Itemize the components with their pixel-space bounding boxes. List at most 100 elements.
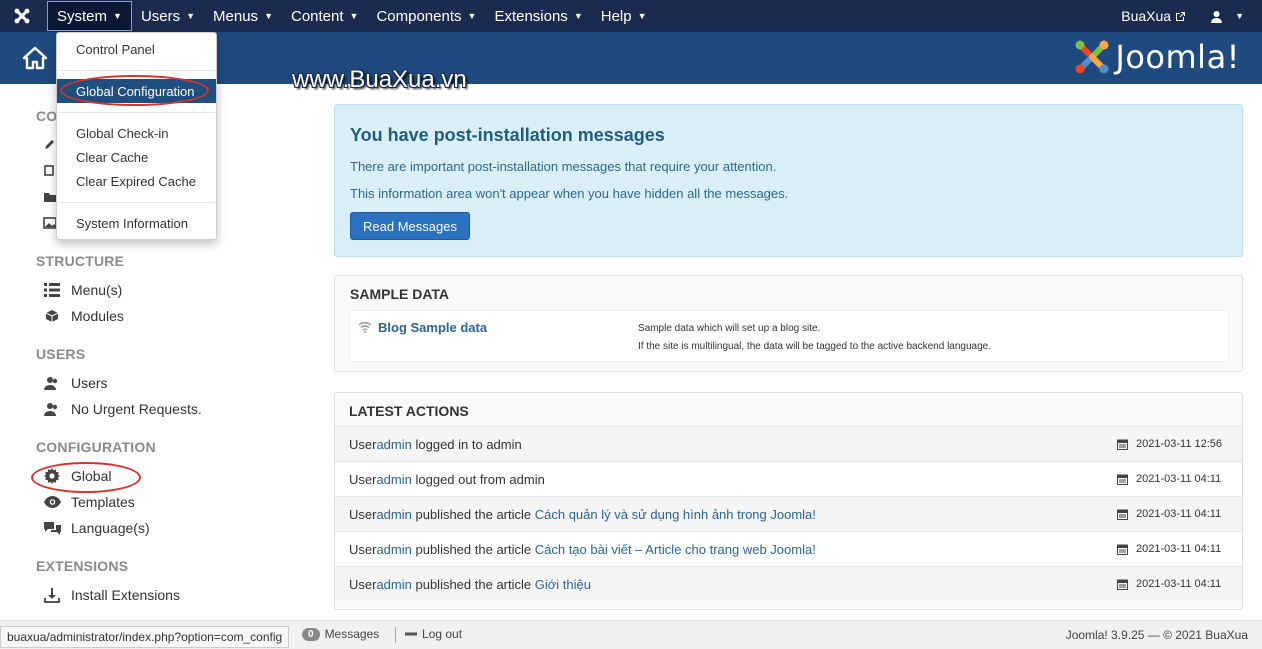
- action-date: 2021-03-11 04:11: [1117, 543, 1221, 555]
- panel-title: SAMPLE DATA: [350, 286, 450, 302]
- action-text: published the article: [411, 576, 535, 592]
- action-text: User: [349, 541, 377, 557]
- system-dropdown-menu: Control Panel Global Configuration Globa…: [56, 32, 217, 240]
- action-text: published the article: [411, 506, 535, 522]
- top-navbar: System ▼ Users ▼ Menus ▼ Content ▼ Component…: [0, 0, 1262, 32]
- action-date-text: 2021-03-11 04:11: [1136, 508, 1222, 520]
- copy-icon[interactable]: [43, 165, 57, 177]
- sidebar-item-label: No Urgent Requests.: [71, 401, 202, 417]
- sidebar-item-label: Global: [71, 468, 112, 484]
- menu-users-label: Users: [140, 7, 181, 25]
- menu-menus[interactable]: Menus ▼: [204, 0, 282, 32]
- joomla-logo-icon[interactable]: [0, 0, 44, 32]
- gear-icon: [43, 468, 61, 484]
- calendar-icon: [1117, 579, 1128, 590]
- cube-icon: [43, 308, 61, 324]
- alert-title: You have post-installation messages: [350, 125, 665, 145]
- minus-icon: [405, 632, 417, 636]
- folder-icon[interactable]: [43, 191, 57, 203]
- menu-components[interactable]: Components ▼: [367, 0, 485, 32]
- action-date: 2021-03-11 12:56: [1117, 438, 1222, 450]
- menu-divider: [58, 112, 215, 113]
- menu-system-label: System: [57, 7, 108, 25]
- sidebar-item-label: Users: [71, 375, 108, 391]
- user-menu-button[interactable]: ▼: [1198, 10, 1262, 23]
- site-watermark: www.BuaXua.vn: [292, 66, 467, 93]
- user-link[interactable]: admin: [376, 577, 411, 592]
- caret-down-icon: ▼: [264, 11, 273, 21]
- menu-help[interactable]: Help ▼: [592, 0, 656, 32]
- sidebar-item-templates[interactable]: Templates: [43, 494, 135, 510]
- caret-down-icon: ▼: [467, 11, 477, 21]
- action-date-text: 2021-03-11 04:11: [1136, 578, 1222, 590]
- sample-data-row: Blog Sample data Sample data which will …: [349, 310, 1229, 362]
- sample-data-description: If the site is multilingual, the data wi…: [638, 341, 992, 352]
- action-date: 2021-03-11 04:11: [1117, 578, 1221, 590]
- joomla-brand: Joomla!: [1073, 38, 1240, 76]
- sidebar-item-requests[interactable]: No Urgent Requests.: [43, 401, 202, 417]
- table-row: User admin published the article Giới th…: [335, 566, 1242, 601]
- sample-data-description: Sample data which will set up a blog sit…: [638, 323, 821, 334]
- wifi-icon: [358, 321, 372, 333]
- url-status-text: buaxua/administrator/index.php?option=co…: [0, 626, 290, 648]
- read-messages-button[interactable]: Read Messages: [350, 212, 470, 240]
- sidebar-item-label: Language(s): [71, 520, 150, 536]
- menu-users[interactable]: Users ▼: [132, 0, 204, 32]
- article-link[interactable]: Cách tạo bài viết – Article cho trang we…: [535, 542, 816, 557]
- external-link-icon: [1176, 11, 1186, 21]
- sidebar-item-modules[interactable]: Modules: [43, 308, 124, 324]
- menu-content[interactable]: Content ▼: [282, 0, 367, 32]
- joomla-brand-logo-icon: [1075, 40, 1109, 74]
- messages-label: Messages: [324, 627, 380, 641]
- article-link[interactable]: Cách quản lý và sử dụng hình ảnh trong J…: [535, 507, 816, 522]
- download-icon: [43, 587, 61, 603]
- sidebar-item-languages[interactable]: Language(s): [43, 520, 150, 536]
- menu-extensions[interactable]: Extensions ▼: [485, 0, 591, 32]
- image-icon[interactable]: [43, 217, 57, 229]
- eye-icon: [43, 494, 61, 510]
- action-text: User: [349, 471, 377, 487]
- menu-help-label: Help: [600, 7, 632, 25]
- menu-item-global-check-in[interactable]: Global Check-in: [57, 121, 216, 145]
- home-icon[interactable]: [22, 45, 48, 71]
- menu-item-global-configuration[interactable]: Global Configuration: [57, 79, 216, 103]
- action-date: 2021-03-11 04:11: [1117, 473, 1221, 485]
- article-link[interactable]: Giới thiệu: [535, 577, 591, 592]
- sidebar-item-install-extensions[interactable]: Install Extensions: [43, 587, 180, 603]
- comments-icon: [43, 520, 61, 536]
- menu-components-label: Components: [376, 7, 462, 25]
- latest-actions-panel: LATEST ACTIONS User admin logged in to a…: [334, 392, 1243, 610]
- alert-text: This information area won't appear when …: [350, 186, 789, 201]
- messages-link[interactable]: 0 Messages: [302, 627, 379, 641]
- menu-menus-label: Menus: [213, 7, 259, 25]
- site-link[interactable]: BuaXua: [1109, 8, 1198, 24]
- calendar-icon: [1117, 509, 1128, 520]
- menu-item-clear-expired-cache[interactable]: Clear Expired Cache: [57, 169, 216, 193]
- sidebar-heading-content: CO: [36, 108, 58, 124]
- user-link[interactable]: admin: [376, 507, 411, 522]
- logout-link[interactable]: Log out: [405, 627, 462, 641]
- site-name: BuaXua: [1121, 8, 1172, 24]
- menu-content-label: Content: [290, 7, 344, 25]
- copyright-text: Joomla! 3.9.25 — © 2021 BuaXua: [1065, 628, 1248, 642]
- pencil-icon[interactable]: [43, 139, 57, 151]
- menu-item-control-panel[interactable]: Control Panel: [57, 37, 216, 61]
- menu-item-system-information[interactable]: System Information: [57, 211, 216, 235]
- action-date-text: 2021-03-11 04:11: [1136, 543, 1222, 555]
- sidebar-item-users[interactable]: Users: [43, 375, 108, 391]
- table-row: User admin published the article Cách qu…: [335, 496, 1242, 531]
- user-link[interactable]: admin: [376, 542, 411, 557]
- action-text: User: [349, 506, 377, 522]
- user-link[interactable]: admin: [376, 472, 411, 487]
- sidebar-item-global[interactable]: Global: [43, 468, 111, 484]
- caret-down-icon: ▼: [573, 11, 583, 21]
- menu-item-clear-cache[interactable]: Clear Cache: [57, 145, 216, 169]
- blog-sample-data-link[interactable]: Blog Sample data: [378, 320, 487, 335]
- menu-system[interactable]: System ▼: [47, 1, 132, 31]
- logout-label: Log out: [422, 627, 463, 641]
- menu-extensions-label: Extensions: [494, 7, 568, 25]
- user-link[interactable]: admin: [376, 437, 411, 452]
- status-bar: buaxua/administrator/index.php?option=co…: [0, 620, 1262, 649]
- table-row: User admin published the article Cách tạ…: [335, 531, 1242, 566]
- sidebar-item-menus[interactable]: Menu(s): [43, 282, 122, 298]
